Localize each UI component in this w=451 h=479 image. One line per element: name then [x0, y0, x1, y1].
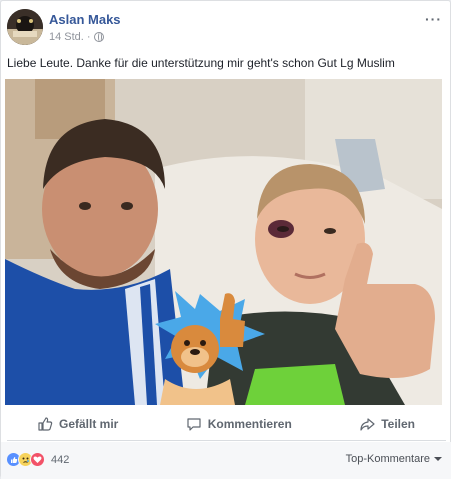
comment-sort-label: Top-Kommentare: [345, 453, 430, 465]
like-button[interactable]: Gefällt mir: [37, 416, 118, 432]
share-arrow-icon: [360, 418, 375, 431]
chevron-down-icon: [434, 457, 442, 461]
divider: [7, 440, 446, 441]
post-text: Liebe Leute. Danke für die unterstützung…: [7, 56, 395, 70]
meta-separator: ·: [86, 31, 91, 43]
post-header: Aslan Maks 14 Std. · ···: [7, 7, 446, 49]
love-reaction-icon: [30, 452, 45, 467]
thumbs-up-icon: [38, 417, 53, 431]
comment-sort-dropdown[interactable]: Top-Kommentare: [346, 453, 442, 465]
facebook-post: Aslan Maks 14 Std. · ··· Liebe Leute. Da…: [0, 0, 451, 479]
avatar[interactable]: [7, 9, 43, 45]
reactions-bar: 442 Top-Kommentare: [1, 442, 451, 479]
speech-bubble-icon: [187, 418, 201, 431]
globe-icon: [93, 32, 104, 42]
reaction-summary[interactable]: 442: [6, 452, 69, 467]
share-button[interactable]: Teilen: [359, 416, 415, 432]
reaction-count: 442: [51, 453, 70, 466]
more-options-icon[interactable]: ···: [425, 11, 442, 27]
author-name[interactable]: Aslan Maks: [49, 12, 121, 27]
post-photo[interactable]: [5, 79, 442, 405]
post-meta: 14 Std. ·: [49, 31, 104, 43]
comment-button[interactable]: Kommentieren: [186, 416, 292, 432]
post-actions: Gefällt mir Kommentieren Teilen: [11, 410, 441, 438]
share-label: Teilen: [381, 417, 415, 431]
comment-label: Kommentieren: [207, 417, 292, 431]
post-timestamp[interactable]: 14 Std.: [49, 31, 84, 43]
like-label: Gefällt mir: [59, 417, 119, 431]
